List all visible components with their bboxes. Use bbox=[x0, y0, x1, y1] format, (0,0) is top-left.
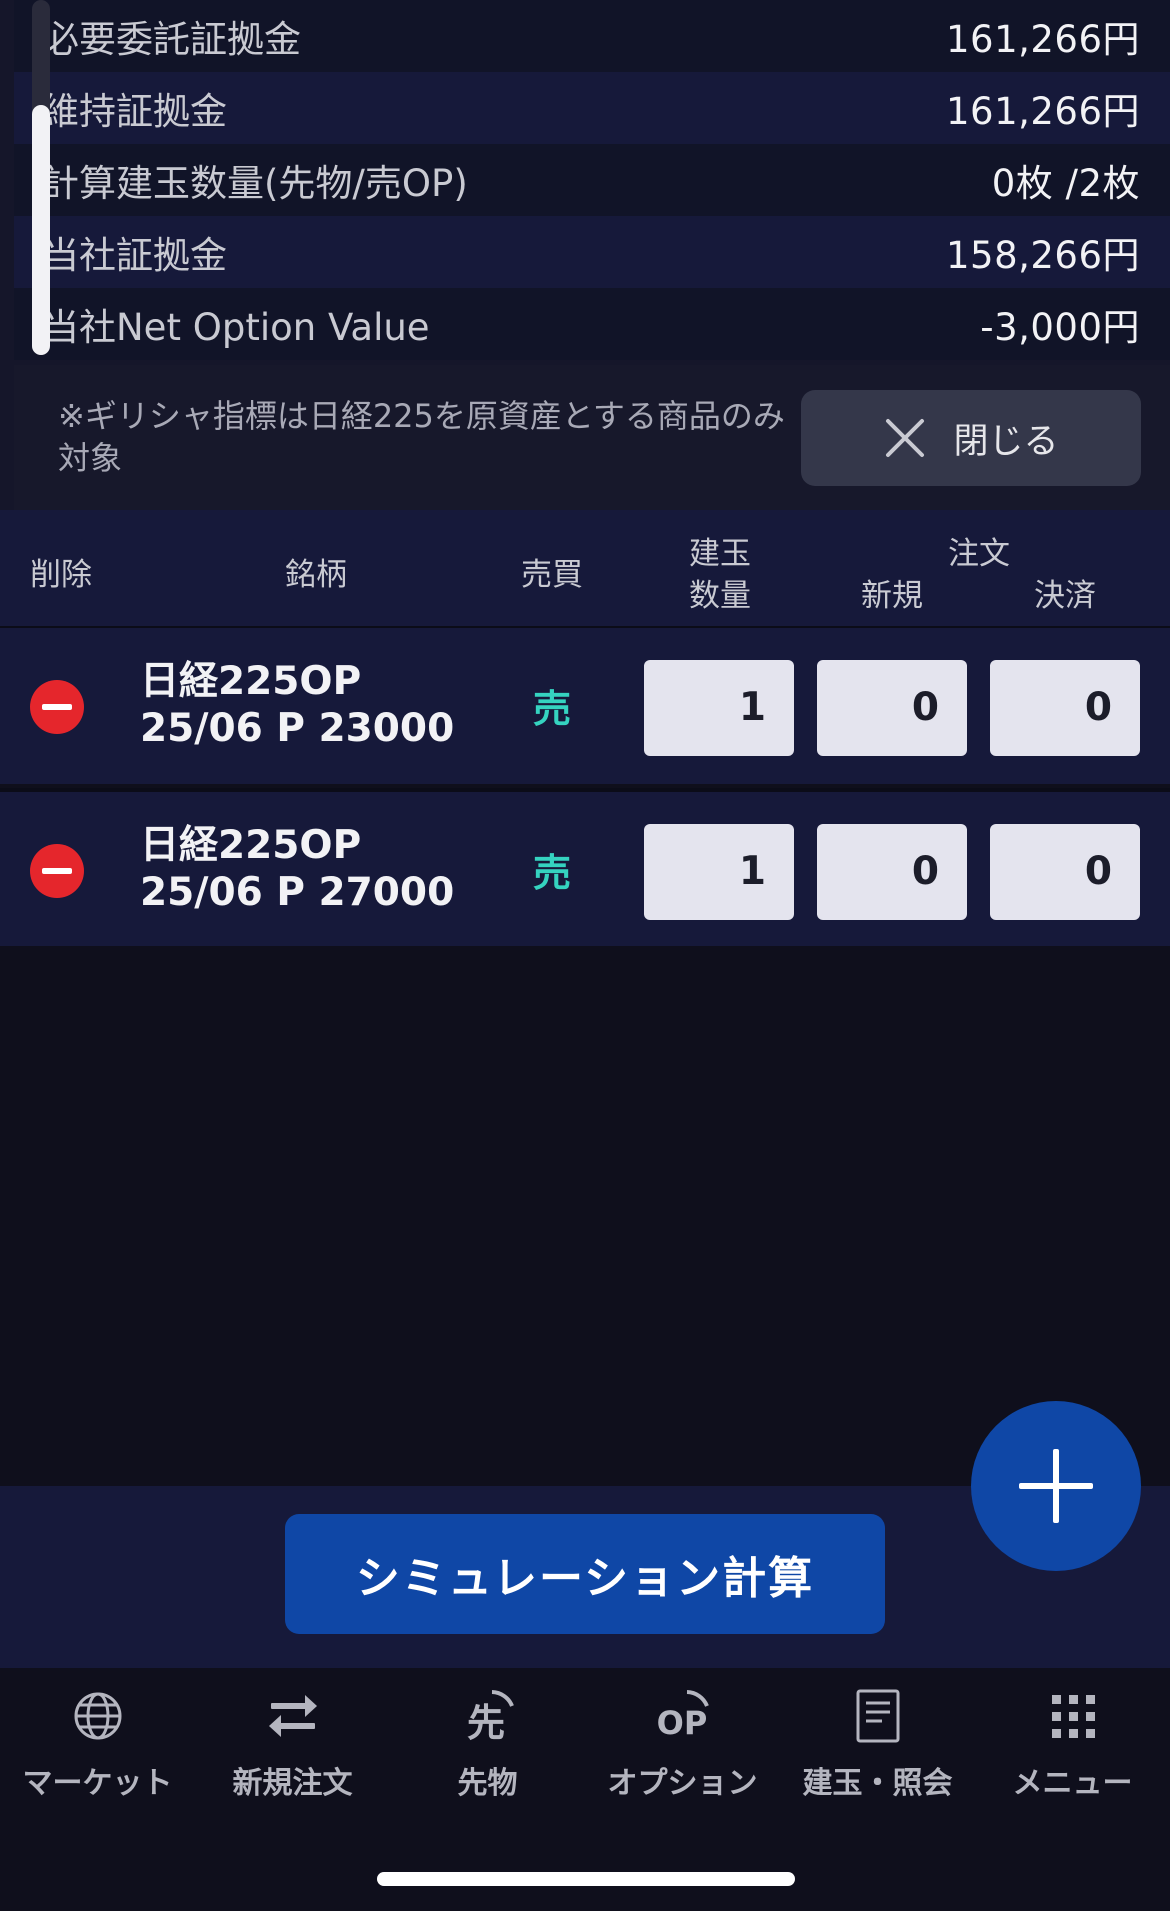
table-header: 削除 銘柄 売買 建玉 数量 注文 新規 決済 bbox=[0, 510, 1170, 626]
delete-row-button[interactable] bbox=[30, 844, 84, 898]
instrument-line1: 日経225OP bbox=[140, 823, 362, 868]
instrument-line1: 日経225OP bbox=[140, 659, 362, 704]
summary-label: 当社証拠金 bbox=[42, 234, 227, 277]
tab-new-order[interactable]: 新規注文 bbox=[195, 1686, 390, 1816]
header-position-line1: 建玉 bbox=[689, 536, 751, 572]
tab-label: メニュー bbox=[1012, 1766, 1133, 1801]
summary-row-position-count: 計算建玉数量(先物/売OP) 0枚 /2枚 bbox=[14, 144, 1170, 216]
header-delete: 削除 bbox=[30, 557, 92, 593]
table-row: 日経225OP 25/06 P 23000 売 1 0 0 bbox=[0, 626, 1170, 784]
svg-text:先: 先 bbox=[466, 1701, 504, 1745]
header-order: 注文 bbox=[948, 536, 1010, 572]
option-icon: OP bbox=[656, 1690, 709, 1742]
instrument-line2: 25/06 P 27000 bbox=[140, 870, 455, 915]
summary-label: 維持証拠金 bbox=[42, 90, 227, 133]
summary-row-net-option-value: 当社Net Option Value -3,000円 bbox=[14, 288, 1170, 360]
tab-label: 先物 bbox=[457, 1766, 518, 1801]
tab-label: オプション bbox=[607, 1766, 758, 1801]
svg-text:OP: OP bbox=[656, 1704, 707, 1742]
tab-label: 建玉・照会 bbox=[802, 1766, 953, 1801]
futures-icon: 先 bbox=[466, 1690, 514, 1745]
swap-arrows-icon bbox=[268, 1695, 317, 1737]
home-indicator[interactable] bbox=[377, 1872, 795, 1886]
summary-value: 161,266円 bbox=[945, 90, 1140, 133]
summary-label: 当社Net Option Value bbox=[42, 306, 430, 349]
summary-row-maintenance-margin: 維持証拠金 161,266円 bbox=[14, 72, 1170, 144]
tab-market[interactable]: マーケット bbox=[0, 1686, 195, 1816]
header-settle: 決済 bbox=[1034, 578, 1096, 614]
delete-row-button[interactable] bbox=[30, 680, 84, 734]
tab-label: 新規注文 bbox=[232, 1766, 353, 1801]
side-label: 売 bbox=[532, 851, 571, 895]
note-bar: ※ギリシャ指標は日経225を原資産とする商品のみ対象 閉じる bbox=[14, 365, 1170, 510]
tab-menu[interactable]: メニュー bbox=[975, 1686, 1170, 1816]
grid-menu-icon bbox=[1051, 1695, 1095, 1738]
summary-label: 必要委託証拠金 bbox=[42, 18, 301, 61]
position-qty-input[interactable]: 1 bbox=[644, 824, 794, 920]
header-instrument: 銘柄 bbox=[285, 557, 347, 593]
summary-value: -3,000円 bbox=[980, 306, 1140, 349]
header-new: 新規 bbox=[861, 578, 923, 614]
header-position-line2: 数量 bbox=[689, 578, 751, 614]
settle-order-qty-input[interactable]: 0 bbox=[990, 824, 1140, 920]
summary-row-required-margin: 必要委託証拠金 161,266円 bbox=[14, 0, 1170, 72]
tab-positions[interactable]: 建玉・照会 bbox=[780, 1686, 975, 1816]
scrollbar-thumb[interactable] bbox=[32, 105, 50, 355]
tab-label: マーケット bbox=[22, 1766, 173, 1801]
position-qty-input[interactable]: 1 bbox=[644, 660, 794, 756]
instrument-name: 日経225OP 25/06 P 23000 bbox=[140, 658, 454, 752]
close-icon bbox=[886, 419, 925, 457]
document-icon bbox=[856, 1689, 899, 1743]
side-label: 売 bbox=[532, 687, 571, 731]
header-side: 売買 bbox=[521, 557, 583, 593]
summary-list[interactable]: 必要委託証拠金 161,266円 維持証拠金 161,266円 計算建玉数量(先… bbox=[14, 0, 1170, 365]
summary-row-company-margin: 当社証拠金 158,266円 bbox=[14, 216, 1170, 288]
table-row: 日経225OP 25/06 P 27000 売 1 0 0 bbox=[0, 788, 1170, 946]
summary-value: 161,266円 bbox=[945, 18, 1140, 61]
summary-value: 158,266円 bbox=[945, 234, 1140, 277]
add-instrument-button[interactable] bbox=[971, 1401, 1141, 1571]
tab-option[interactable]: OP オプション bbox=[585, 1686, 780, 1816]
new-order-qty-input[interactable]: 0 bbox=[817, 824, 967, 920]
simulation-button[interactable]: シミュレーション計算 bbox=[285, 1514, 885, 1634]
new-order-qty-input[interactable]: 0 bbox=[817, 660, 967, 756]
margin-summary-sheet: 必要委託証拠金 161,266円 維持証拠金 161,266円 計算建玉数量(先… bbox=[0, 0, 1170, 510]
summary-value: 0枚 /2枚 bbox=[991, 162, 1140, 205]
globe-icon bbox=[74, 1692, 121, 1740]
instrument-line2: 25/06 P 23000 bbox=[140, 706, 455, 751]
tab-futures[interactable]: 先 先物 bbox=[390, 1686, 585, 1816]
summary-label: 計算建玉数量(先物/売OP) bbox=[42, 162, 468, 205]
settle-order-qty-input[interactable]: 0 bbox=[990, 660, 1140, 756]
instrument-name: 日経225OP 25/06 P 27000 bbox=[140, 822, 454, 916]
close-button-label: 閉じる bbox=[953, 421, 1059, 462]
close-button[interactable]: 閉じる bbox=[801, 390, 1141, 486]
greeks-note: ※ギリシャ指標は日経225を原資産とする商品のみ対象 bbox=[58, 397, 785, 477]
